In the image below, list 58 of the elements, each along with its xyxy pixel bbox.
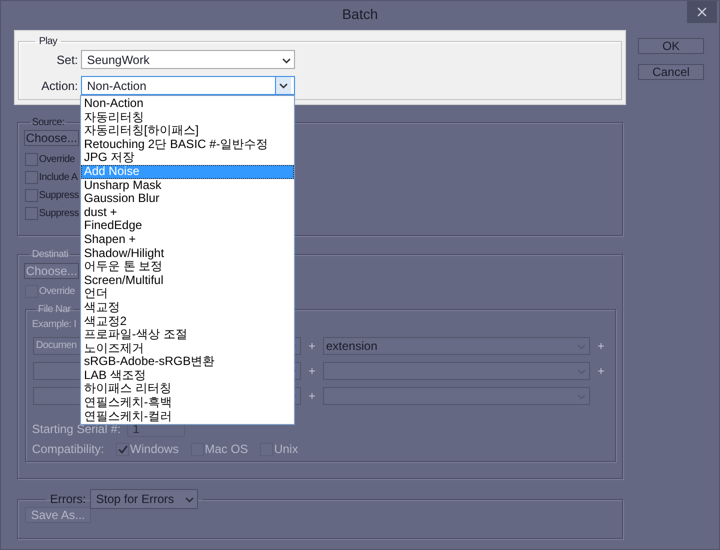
list-option[interactable]: 언더 (81, 287, 294, 301)
field-label: Set: (56, 52, 78, 66)
field-label: Compatibility: (32, 442, 104, 456)
list-option[interactable]: 연필스케치-컬러 (81, 410, 294, 424)
list-option[interactable]: Shapen + (81, 232, 294, 247)
list-option[interactable]: Unsharp Mask (81, 178, 294, 192)
group-label: File Nar (37, 304, 72, 315)
list-option[interactable]: 어두운 톤 보정 (81, 260, 294, 274)
list-option[interactable]: 색교정2 (81, 314, 294, 328)
field-label: Errors: (50, 492, 86, 506)
list-option[interactable]: 자동리터칭 (81, 110, 294, 124)
list-option[interactable]: dust + (81, 206, 294, 220)
chevron-icon (279, 82, 288, 88)
close-button[interactable] (687, 1, 717, 23)
example-text: Example: I (32, 319, 76, 330)
list-option[interactable]: Gaussion Blur (81, 192, 294, 206)
list-option[interactable]: Non-Action (81, 97, 294, 111)
checkbox[interactable] (25, 170, 38, 184)
checkbox-label: Windows (130, 442, 179, 456)
field-label: Starting Serial #: (32, 422, 121, 436)
checkbox[interactable] (25, 206, 38, 220)
action-dropdown[interactable]: Non-Action (81, 76, 295, 95)
checkbox-label: Unix (274, 442, 298, 456)
checkbox[interactable] (25, 152, 38, 166)
plus-sign: + (307, 388, 316, 402)
list-option[interactable]: Retouching 2단 BASIC #-일반수정 (81, 138, 294, 152)
group-label: Destinati (31, 249, 70, 260)
group-label: Source: (31, 117, 66, 128)
list-option[interactable]: FinedEdge (81, 219, 294, 233)
checkbox-label: Override (39, 154, 75, 164)
chevron-icon (185, 497, 194, 503)
checkbox-label: Suppress (39, 190, 79, 200)
list-option[interactable]: JPG 저장 (81, 151, 294, 165)
plus-sign: + (596, 364, 606, 378)
list-option[interactable]: 노이즈제거 (81, 342, 294, 356)
checkbox-label: Override (39, 286, 75, 296)
chevron-icon (282, 58, 291, 64)
checkbox[interactable] (25, 188, 38, 202)
list-option[interactable]: 색교정 (81, 300, 294, 314)
group-label: Play (38, 36, 58, 47)
list-option[interactable]: Shadow/Hilight (81, 246, 294, 260)
list-option[interactable]: Screen/Multiful (81, 274, 294, 288)
plus-sign: + (307, 364, 316, 378)
close-icon (697, 7, 707, 17)
plus-sign: + (596, 338, 606, 352)
list-option[interactable]: sRGB-Adobe-sRGB변환 (81, 355, 294, 369)
list-option[interactable]: 연필스케치-흑백 (81, 396, 294, 410)
set-dropdown[interactable]: SeungWork (81, 50, 295, 69)
list-option[interactable]: 프로파일-색상 조절 (81, 328, 294, 342)
checkbox-label: Mac OS (204, 442, 248, 456)
field-label: Action: (40, 78, 78, 92)
checkbox-label: Suppress (39, 208, 79, 218)
checkbox-label: Include A (39, 172, 78, 182)
plus-sign: + (307, 338, 316, 352)
list-option[interactable]: 하이패스 리터칭 (81, 382, 294, 396)
list-option[interactable]: LAB 색조정 (81, 368, 294, 382)
list-option[interactable]: 자동리터칭[하이패스] (81, 124, 294, 138)
window-title: Batch (342, 6, 378, 22)
